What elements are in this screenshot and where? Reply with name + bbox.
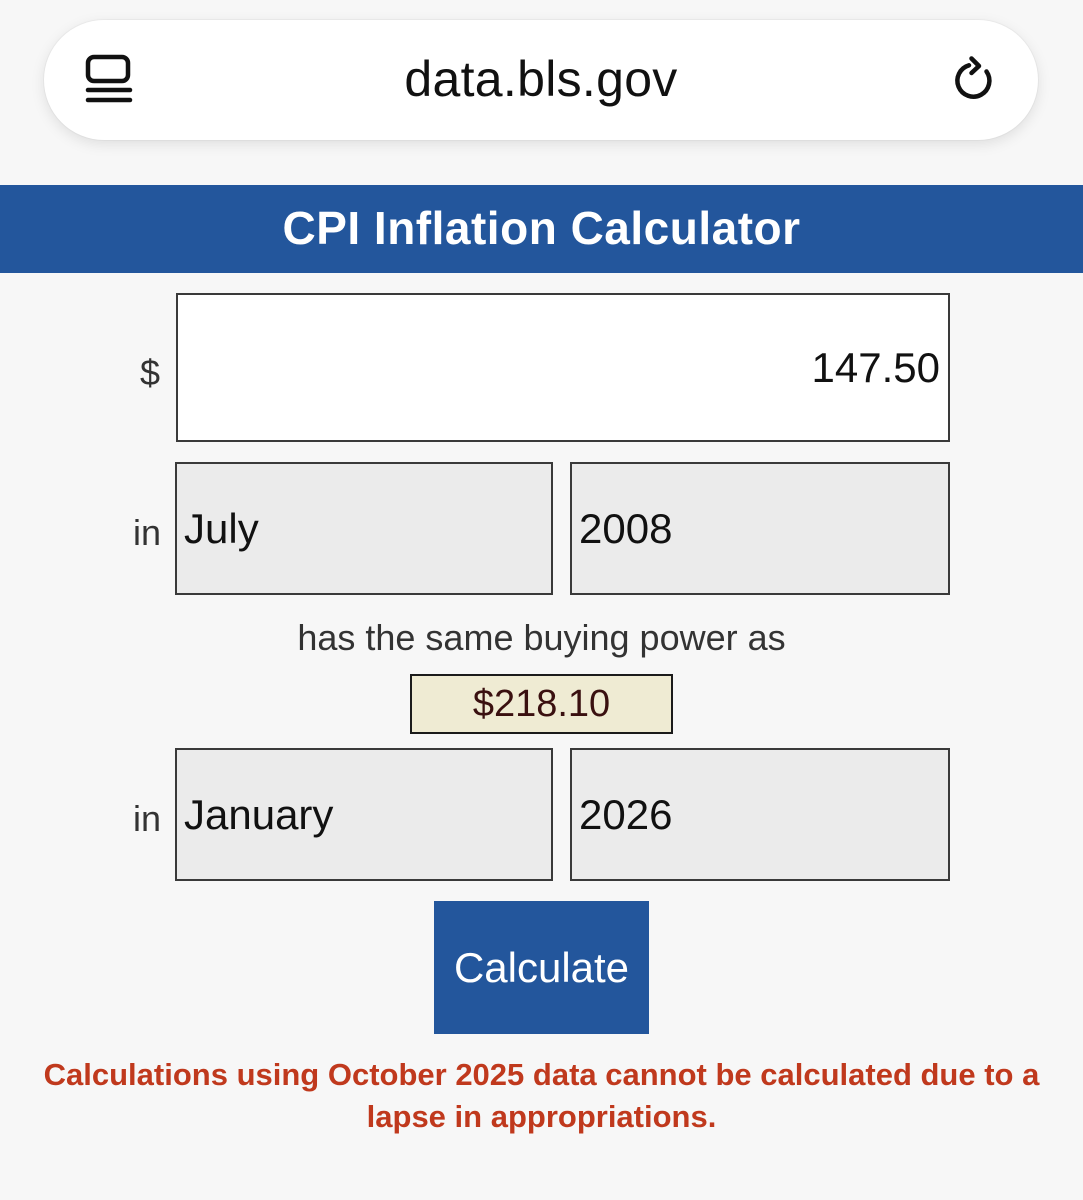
notice-line-1: Calculations using October 2025 data can…	[43, 1057, 1040, 1092]
reload-icon[interactable]	[950, 55, 1000, 105]
result-value: $218.10	[472, 682, 611, 725]
page-header: CPI Inflation Calculator	[0, 185, 1083, 273]
to-year-select[interactable]: 2026	[570, 748, 950, 881]
calculate-button[interactable]: Calculate	[434, 901, 649, 1034]
from-in-label: in	[133, 512, 162, 553]
from-month-value: July	[184, 504, 259, 552]
page-title: CPI Inflation Calculator	[282, 202, 801, 254]
to-in-label: in	[133, 798, 162, 839]
appropriations-notice: Calculations using October 2025 data can…	[0, 1054, 1083, 1138]
to-year-value: 2026	[579, 790, 673, 838]
result-output: $218.10	[410, 674, 673, 734]
amount-input[interactable]	[176, 293, 950, 442]
buying-power-text: has the same buying power as	[297, 617, 786, 658]
from-month-select[interactable]: July	[175, 462, 553, 595]
currency-symbol: $	[140, 352, 161, 393]
notice-line-2: lapse in appropriations.	[366, 1099, 717, 1134]
address-bar[interactable]: data.bls.gov	[44, 20, 1038, 140]
url-text[interactable]: data.bls.gov	[44, 50, 1038, 108]
to-month-value: January	[184, 790, 334, 838]
to-month-select[interactable]: January	[175, 748, 553, 881]
calculate-button-label: Calculate	[453, 943, 630, 991]
from-year-value: 2008	[579, 504, 673, 552]
from-year-select[interactable]: 2008	[570, 462, 950, 595]
